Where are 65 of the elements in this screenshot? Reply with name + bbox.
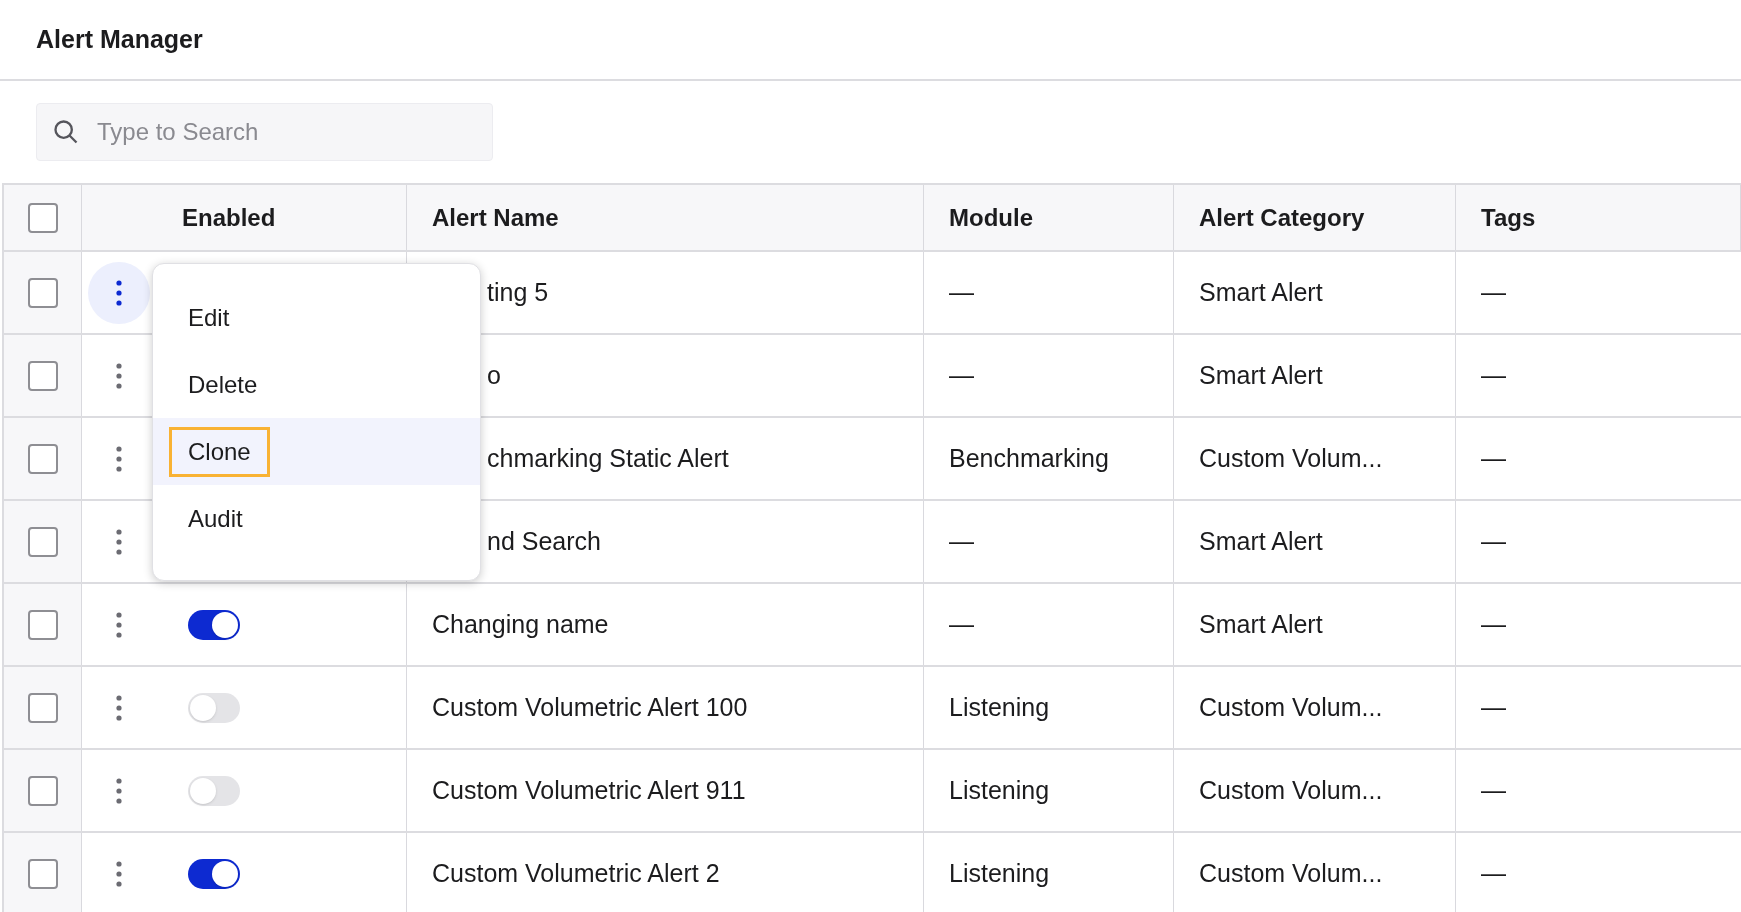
menu-item[interactable]: Audit <box>153 485 480 552</box>
category-cell-text: Custom Volum... <box>1199 857 1383 889</box>
more-vertical-icon <box>116 362 122 389</box>
more-vertical-icon <box>116 611 122 638</box>
column-header: Tags <box>1481 202 1536 233</box>
search-icon <box>52 118 80 146</box>
tags-cell-text: — <box>1481 608 1506 640</box>
alert-name: Custom Volumetric Alert 2 <box>432 857 720 889</box>
tags-cell-text: — <box>1481 442 1506 474</box>
alert-name: Custom Volumetric Alert 911 <box>432 774 746 806</box>
tags-cell-text: — <box>1481 276 1506 308</box>
checkbox[interactable] <box>27 775 58 806</box>
checkbox[interactable] <box>27 443 58 474</box>
alert-name: Changing name <box>432 608 609 640</box>
category-cell-text: Custom Volum... <box>1199 442 1383 474</box>
more-vertical-icon <box>116 279 122 306</box>
alert-name: chmarking Static Alert <box>487 442 729 474</box>
page-title: Alert Manager <box>36 23 203 55</box>
column-header: Alert Name <box>432 202 559 233</box>
toggle-switch[interactable] <box>188 775 240 806</box>
more-vertical-icon <box>116 528 122 555</box>
checkbox[interactable] <box>27 360 58 391</box>
module-cell-text: — <box>949 608 974 640</box>
checkbox[interactable] <box>27 202 58 233</box>
checkbox[interactable] <box>27 692 58 723</box>
column-header: Alert Category <box>1199 202 1365 233</box>
checkbox[interactable] <box>27 277 58 308</box>
module-cell-text: Listening <box>949 691 1050 723</box>
checkbox[interactable] <box>27 609 58 640</box>
tags-cell-text: — <box>1481 691 1506 723</box>
tags-cell-text: — <box>1481 525 1506 557</box>
alert-name: o <box>487 359 501 391</box>
more-vertical-icon <box>116 777 122 804</box>
toggle-switch[interactable] <box>188 858 240 889</box>
menu-item[interactable]: Edit <box>153 284 480 351</box>
toggle-switch[interactable] <box>188 692 240 723</box>
more-vertical-icon <box>116 860 122 887</box>
alert-name: Custom Volumetric Alert 100 <box>432 691 748 723</box>
module-cell-text: Benchmarking <box>949 442 1109 474</box>
module-cell-text: Listening <box>949 774 1050 806</box>
module-cell-text: — <box>949 359 974 391</box>
more-vertical-icon <box>116 445 122 472</box>
tags-cell-text: — <box>1481 857 1506 889</box>
category-cell-text: Smart Alert <box>1199 608 1323 640</box>
category-cell-text: Custom Volum... <box>1199 774 1383 806</box>
category-cell-text: Smart Alert <box>1199 276 1323 308</box>
column-header: Enabled <box>182 202 276 233</box>
category-cell-text: Custom Volum... <box>1199 691 1383 723</box>
menu-item[interactable]: Delete <box>153 351 480 418</box>
search-field[interactable]: Type to Search <box>36 103 493 161</box>
checkbox[interactable] <box>27 858 58 889</box>
category-cell-text: Smart Alert <box>1199 359 1323 391</box>
category-cell-text: Smart Alert <box>1199 525 1323 557</box>
alert-name: nd Search <box>487 525 601 557</box>
module-cell-text: Listening <box>949 857 1050 889</box>
toggle-switch[interactable] <box>188 609 240 640</box>
module-cell-text: — <box>949 525 974 557</box>
menu-item[interactable]: Clone <box>153 418 480 485</box>
tags-cell-text: — <box>1481 359 1506 391</box>
tags-cell-text: — <box>1481 774 1506 806</box>
checkbox[interactable] <box>27 526 58 557</box>
module-cell-text: — <box>949 276 974 308</box>
more-vertical-icon <box>116 694 122 721</box>
column-header: Module <box>949 202 1033 233</box>
alert-name: ting 5 <box>487 276 549 308</box>
